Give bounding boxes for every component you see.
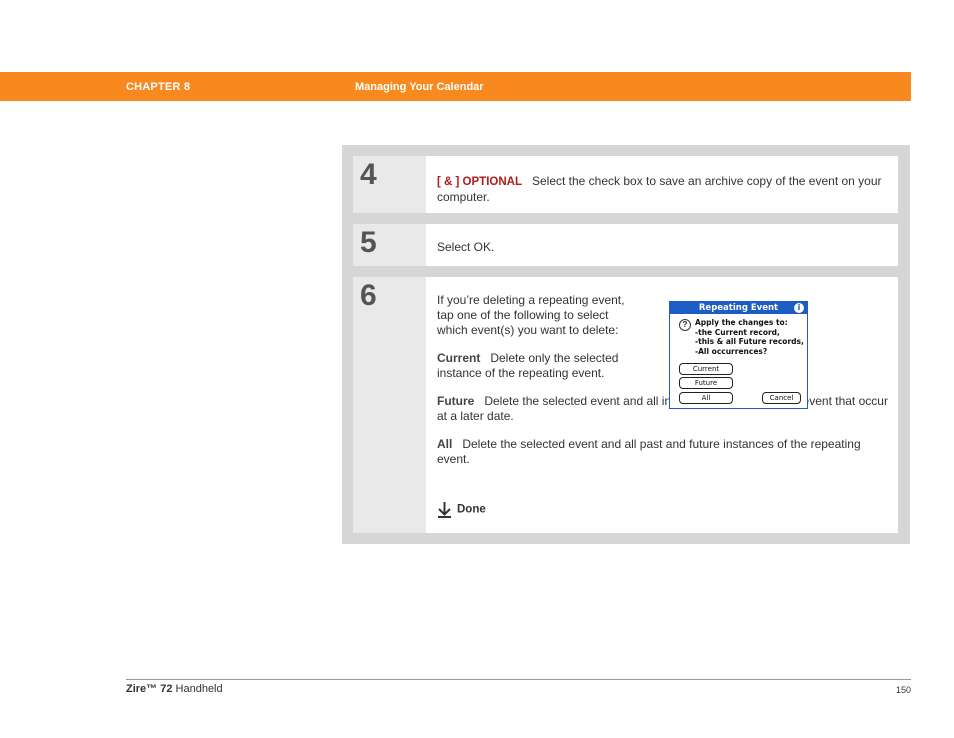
done-marker: Done [437, 501, 486, 518]
product-suffix: Handheld [172, 683, 223, 695]
all-button: All [679, 392, 733, 404]
step-6: 6 If you’re deleting a repeating event, … [353, 277, 898, 533]
step-number: 6 [360, 279, 377, 312]
option-desc: Delete the selected event and all past a… [437, 437, 861, 466]
chapter-title: Managing Your Calendar [355, 81, 484, 93]
dialog-title: Repeating Event [698, 303, 779, 313]
dialog-message-line: -the Current record, [695, 327, 780, 337]
step-5: 5 Select OK. [353, 224, 898, 266]
optional-tag: [ & ] OPTIONAL [437, 176, 522, 188]
step-body: Select OK. [437, 240, 888, 255]
page-number: 150 [895, 685, 911, 695]
question-icon: ? [679, 319, 691, 331]
step-4: 4 [ & ] OPTIONAL Select the check box to … [353, 156, 898, 213]
product-model: Zire™ 72 [126, 683, 173, 695]
cancel-button: Cancel [762, 392, 801, 404]
chapter-label: CHAPTER 8 [126, 81, 191, 93]
info-icon: i [794, 303, 804, 313]
dialog-message-line: -All occurrences? [695, 346, 768, 356]
step-body: If you’re deleting a repeating event, ta… [437, 293, 888, 480]
future-button: Future [679, 377, 733, 389]
repeating-event-dialog: Repeating Event i ? Apply the changes to… [669, 301, 808, 409]
step-number: 4 [360, 158, 377, 191]
step-number: 5 [360, 226, 377, 259]
option-term: Future [437, 394, 475, 408]
option-all: All Delete the selected event and all pas… [437, 437, 888, 467]
option-current: Current Delete only the selected instance… [437, 351, 632, 381]
option-future: Future Delete the selected event and all … [437, 394, 888, 424]
current-button: Current [679, 363, 733, 375]
step-text: Select OK. [437, 240, 495, 254]
option-desc: Delete the selected event and all instan… [437, 394, 888, 423]
step-number-column: 5 [353, 224, 426, 266]
footer-divider [126, 679, 911, 680]
step-body: [ & ] OPTIONAL Select the check box to sa… [437, 174, 888, 205]
step-number-column: 6 [353, 277, 426, 533]
dialog-message-line: Apply the changes to: [695, 318, 788, 327]
down-arrow-icon [438, 502, 451, 518]
dialog-message: Apply the changes to: -the Current recor… [695, 318, 804, 356]
dialog-titlebar: Repeating Event i [670, 302, 807, 314]
option-term: Current [437, 351, 481, 365]
step-number-column: 4 [353, 156, 426, 213]
steps-panel: 4 [ & ] OPTIONAL Select the check box to … [342, 145, 910, 544]
footer-product-name: Zire™ 72 Handheld [126, 683, 223, 695]
step-intro: If you’re deleting a repeating event, ta… [437, 293, 625, 337]
option-term: All [437, 437, 453, 451]
dialog-message-line: -this & all Future records, [695, 337, 804, 347]
done-label: Done [457, 503, 486, 516]
chapter-header-bar: CHAPTER 8 Managing Your Calendar [0, 72, 911, 101]
